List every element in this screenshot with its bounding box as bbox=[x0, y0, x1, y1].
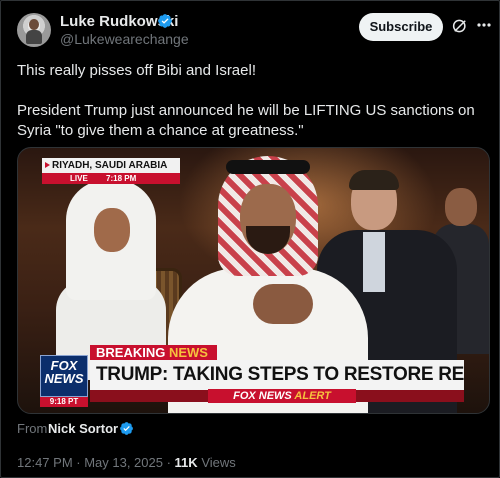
location-label: RIYADH, SAUDI ARABIA bbox=[42, 158, 180, 173]
author-avatar[interactable] bbox=[17, 13, 51, 47]
from-label: From bbox=[17, 421, 48, 436]
post-meta: 12:47 PM · May 13, 2025 · 11K Views bbox=[17, 455, 236, 470]
post-paragraph-1: This really pisses off Bibi and Israel! bbox=[17, 62, 256, 79]
from-verified-badge-icon bbox=[120, 422, 133, 435]
logo-line-2: NEWS bbox=[44, 371, 84, 386]
author-handle[interactable]: @Lukewearechange bbox=[60, 31, 189, 47]
fox-news-logo: FOX NEWS bbox=[40, 355, 88, 397]
from-author-link[interactable]: Nick Sortor bbox=[48, 421, 118, 436]
live-label: LIVE bbox=[70, 174, 88, 183]
views-label: Views bbox=[201, 455, 236, 470]
location-bug: RIYADH, SAUDI ARABIA LIVE 7:18 PM bbox=[42, 158, 180, 186]
fox-news-alert: FOX NEWS ALERT bbox=[208, 389, 356, 403]
alert-brand: FOX NEWS bbox=[233, 390, 292, 402]
post-timestamp[interactable]: 12:47 PM · May 13, 2025 · bbox=[17, 455, 171, 470]
logo-time: 9:18 PT bbox=[40, 397, 88, 407]
more-options-icon[interactable] bbox=[476, 15, 492, 35]
grok-icon[interactable] bbox=[451, 17, 469, 35]
breaking-word: BREAKING bbox=[96, 345, 166, 360]
live-bar: LIVE 7:18 PM bbox=[42, 173, 180, 184]
avatar-head bbox=[29, 19, 39, 30]
post-media-image[interactable]: RIYADH, SAUDI ARABIA LIVE 7:18 PM BREAKI… bbox=[17, 147, 490, 414]
avatar-body bbox=[26, 30, 42, 44]
subscribe-button[interactable]: Subscribe bbox=[359, 13, 443, 41]
news-word: NEWS bbox=[168, 345, 208, 360]
person-left bbox=[56, 180, 166, 380]
live-time: 7:18 PM bbox=[106, 174, 137, 183]
views-count: 11K bbox=[174, 455, 198, 470]
alert-word: ALERT bbox=[294, 390, 331, 402]
verified-badge-icon bbox=[158, 14, 172, 28]
post-text: This really pisses off Bibi and Israel! … bbox=[17, 61, 487, 141]
post-paragraph-2: President Trump just announced he will b… bbox=[17, 102, 475, 139]
breaking-news-tag: BREAKING NEWS bbox=[90, 345, 217, 360]
chyron-headline: TRUMP: TAKING STEPS TO RESTORE RELATIONS… bbox=[90, 360, 464, 390]
